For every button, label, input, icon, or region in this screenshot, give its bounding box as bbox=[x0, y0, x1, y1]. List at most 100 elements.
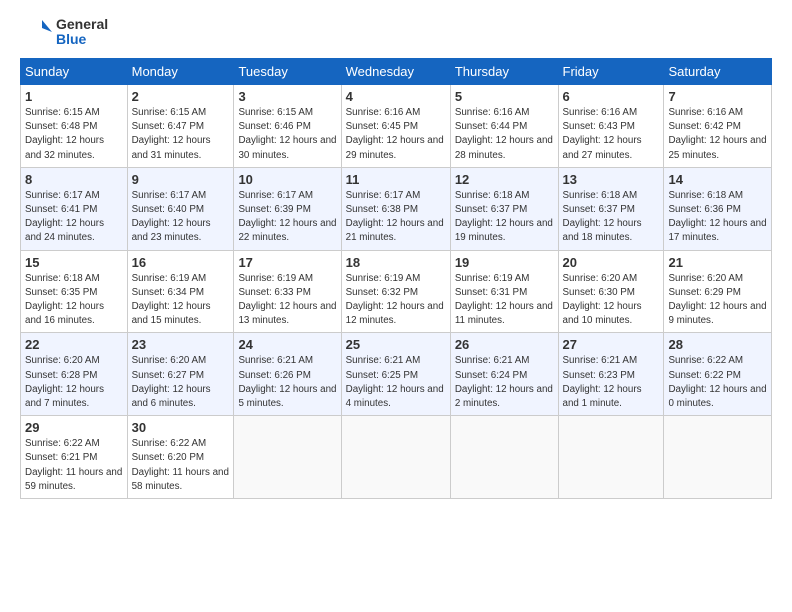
cell-info: Sunrise: 6:19 AMSunset: 6:32 PMDaylight:… bbox=[346, 272, 446, 329]
day-number: 1 bbox=[25, 89, 123, 104]
day-number: 27 bbox=[563, 337, 660, 352]
cell-info: Sunrise: 6:22 AMSunset: 6:21 PMDaylight:… bbox=[25, 437, 123, 494]
calendar-cell: 25 Sunrise: 6:21 AMSunset: 6:25 PMDaylig… bbox=[341, 333, 450, 416]
day-number: 6 bbox=[563, 89, 660, 104]
calendar-cell: 20 Sunrise: 6:20 AMSunset: 6:30 PMDaylig… bbox=[558, 250, 664, 333]
logo-general: General bbox=[56, 17, 108, 32]
day-number: 7 bbox=[668, 89, 767, 104]
day-number: 23 bbox=[132, 337, 230, 352]
day-header-monday: Monday bbox=[127, 59, 234, 85]
calendar-cell: 6 Sunrise: 6:16 AMSunset: 6:43 PMDayligh… bbox=[558, 85, 664, 168]
day-header-thursday: Thursday bbox=[450, 59, 558, 85]
day-number: 14 bbox=[668, 172, 767, 187]
calendar-cell: 11 Sunrise: 6:17 AMSunset: 6:38 PMDaylig… bbox=[341, 167, 450, 250]
calendar-cell: 15 Sunrise: 6:18 AMSunset: 6:35 PMDaylig… bbox=[21, 250, 128, 333]
cell-info: Sunrise: 6:21 AMSunset: 6:26 PMDaylight:… bbox=[238, 354, 336, 411]
day-number: 10 bbox=[238, 172, 336, 187]
cell-info: Sunrise: 6:21 AMSunset: 6:23 PMDaylight:… bbox=[563, 354, 660, 411]
calendar-cell: 24 Sunrise: 6:21 AMSunset: 6:26 PMDaylig… bbox=[234, 333, 341, 416]
day-number: 26 bbox=[455, 337, 554, 352]
calendar-cell: 12 Sunrise: 6:18 AMSunset: 6:37 PMDaylig… bbox=[450, 167, 558, 250]
day-number: 3 bbox=[238, 89, 336, 104]
cell-info: Sunrise: 6:20 AMSunset: 6:27 PMDaylight:… bbox=[132, 354, 230, 411]
day-number: 28 bbox=[668, 337, 767, 352]
logo-image: General Blue bbox=[20, 16, 108, 48]
calendar-cell: 9 Sunrise: 6:17 AMSunset: 6:40 PMDayligh… bbox=[127, 167, 234, 250]
day-number: 25 bbox=[346, 337, 446, 352]
day-number: 29 bbox=[25, 420, 123, 435]
cell-info: Sunrise: 6:17 AMSunset: 6:39 PMDaylight:… bbox=[238, 189, 336, 246]
day-number: 30 bbox=[132, 420, 230, 435]
logo: General Blue bbox=[20, 16, 108, 48]
day-number: 19 bbox=[455, 255, 554, 270]
day-header-friday: Friday bbox=[558, 59, 664, 85]
calendar-cell bbox=[664, 416, 772, 499]
cell-info: Sunrise: 6:20 AMSunset: 6:30 PMDaylight:… bbox=[563, 272, 660, 329]
cell-info: Sunrise: 6:19 AMSunset: 6:31 PMDaylight:… bbox=[455, 272, 554, 329]
calendar-cell: 19 Sunrise: 6:19 AMSunset: 6:31 PMDaylig… bbox=[450, 250, 558, 333]
calendar-container: General Blue SundayMondayTuesdayWednesda… bbox=[0, 0, 792, 509]
cell-info: Sunrise: 6:15 AMSunset: 6:46 PMDaylight:… bbox=[238, 106, 336, 163]
calendar-cell: 7 Sunrise: 6:16 AMSunset: 6:42 PMDayligh… bbox=[664, 85, 772, 168]
calendar-table: SundayMondayTuesdayWednesdayThursdayFrid… bbox=[20, 58, 772, 499]
cell-info: Sunrise: 6:22 AMSunset: 6:22 PMDaylight:… bbox=[668, 354, 767, 411]
day-number: 8 bbox=[25, 172, 123, 187]
cell-info: Sunrise: 6:17 AMSunset: 6:38 PMDaylight:… bbox=[346, 189, 446, 246]
day-number: 4 bbox=[346, 89, 446, 104]
cell-info: Sunrise: 6:18 AMSunset: 6:37 PMDaylight:… bbox=[563, 189, 660, 246]
calendar-cell: 14 Sunrise: 6:18 AMSunset: 6:36 PMDaylig… bbox=[664, 167, 772, 250]
calendar-cell: 8 Sunrise: 6:17 AMSunset: 6:41 PMDayligh… bbox=[21, 167, 128, 250]
cell-info: Sunrise: 6:15 AMSunset: 6:47 PMDaylight:… bbox=[132, 106, 230, 163]
day-number: 12 bbox=[455, 172, 554, 187]
calendar-cell: 3 Sunrise: 6:15 AMSunset: 6:46 PMDayligh… bbox=[234, 85, 341, 168]
day-number: 11 bbox=[346, 172, 446, 187]
calendar-cell: 23 Sunrise: 6:20 AMSunset: 6:27 PMDaylig… bbox=[127, 333, 234, 416]
cell-info: Sunrise: 6:16 AMSunset: 6:44 PMDaylight:… bbox=[455, 106, 554, 163]
day-number: 2 bbox=[132, 89, 230, 104]
calendar-cell: 18 Sunrise: 6:19 AMSunset: 6:32 PMDaylig… bbox=[341, 250, 450, 333]
cell-info: Sunrise: 6:21 AMSunset: 6:24 PMDaylight:… bbox=[455, 354, 554, 411]
day-number: 21 bbox=[668, 255, 767, 270]
calendar-cell: 17 Sunrise: 6:19 AMSunset: 6:33 PMDaylig… bbox=[234, 250, 341, 333]
calendar-cell: 26 Sunrise: 6:21 AMSunset: 6:24 PMDaylig… bbox=[450, 333, 558, 416]
calendar-cell: 27 Sunrise: 6:21 AMSunset: 6:23 PMDaylig… bbox=[558, 333, 664, 416]
cell-info: Sunrise: 6:15 AMSunset: 6:48 PMDaylight:… bbox=[25, 106, 123, 163]
calendar-cell: 4 Sunrise: 6:16 AMSunset: 6:45 PMDayligh… bbox=[341, 85, 450, 168]
day-header-tuesday: Tuesday bbox=[234, 59, 341, 85]
cell-info: Sunrise: 6:21 AMSunset: 6:25 PMDaylight:… bbox=[346, 354, 446, 411]
calendar-cell: 29 Sunrise: 6:22 AMSunset: 6:21 PMDaylig… bbox=[21, 416, 128, 499]
cell-info: Sunrise: 6:18 AMSunset: 6:35 PMDaylight:… bbox=[25, 272, 123, 329]
cell-info: Sunrise: 6:17 AMSunset: 6:41 PMDaylight:… bbox=[25, 189, 123, 246]
cell-info: Sunrise: 6:16 AMSunset: 6:42 PMDaylight:… bbox=[668, 106, 767, 163]
calendar-header: General Blue bbox=[20, 16, 772, 48]
calendar-cell: 16 Sunrise: 6:19 AMSunset: 6:34 PMDaylig… bbox=[127, 250, 234, 333]
calendar-cell: 2 Sunrise: 6:15 AMSunset: 6:47 PMDayligh… bbox=[127, 85, 234, 168]
cell-info: Sunrise: 6:17 AMSunset: 6:40 PMDaylight:… bbox=[132, 189, 230, 246]
calendar-cell: 22 Sunrise: 6:20 AMSunset: 6:28 PMDaylig… bbox=[21, 333, 128, 416]
cell-info: Sunrise: 6:18 AMSunset: 6:36 PMDaylight:… bbox=[668, 189, 767, 246]
day-number: 20 bbox=[563, 255, 660, 270]
day-header-saturday: Saturday bbox=[664, 59, 772, 85]
cell-info: Sunrise: 6:19 AMSunset: 6:34 PMDaylight:… bbox=[132, 272, 230, 329]
calendar-cell: 13 Sunrise: 6:18 AMSunset: 6:37 PMDaylig… bbox=[558, 167, 664, 250]
day-header-wednesday: Wednesday bbox=[341, 59, 450, 85]
day-number: 17 bbox=[238, 255, 336, 270]
calendar-cell bbox=[558, 416, 664, 499]
day-number: 24 bbox=[238, 337, 336, 352]
cell-info: Sunrise: 6:16 AMSunset: 6:43 PMDaylight:… bbox=[563, 106, 660, 163]
calendar-cell: 30 Sunrise: 6:22 AMSunset: 6:20 PMDaylig… bbox=[127, 416, 234, 499]
day-header-sunday: Sunday bbox=[21, 59, 128, 85]
cell-info: Sunrise: 6:20 AMSunset: 6:28 PMDaylight:… bbox=[25, 354, 123, 411]
day-number: 22 bbox=[25, 337, 123, 352]
cell-info: Sunrise: 6:18 AMSunset: 6:37 PMDaylight:… bbox=[455, 189, 554, 246]
day-number: 15 bbox=[25, 255, 123, 270]
calendar-cell bbox=[234, 416, 341, 499]
cell-info: Sunrise: 6:20 AMSunset: 6:29 PMDaylight:… bbox=[668, 272, 767, 329]
day-number: 13 bbox=[563, 172, 660, 187]
calendar-cell: 10 Sunrise: 6:17 AMSunset: 6:39 PMDaylig… bbox=[234, 167, 341, 250]
calendar-cell: 28 Sunrise: 6:22 AMSunset: 6:22 PMDaylig… bbox=[664, 333, 772, 416]
day-number: 9 bbox=[132, 172, 230, 187]
calendar-cell: 21 Sunrise: 6:20 AMSunset: 6:29 PMDaylig… bbox=[664, 250, 772, 333]
day-number: 5 bbox=[455, 89, 554, 104]
calendar-cell bbox=[450, 416, 558, 499]
